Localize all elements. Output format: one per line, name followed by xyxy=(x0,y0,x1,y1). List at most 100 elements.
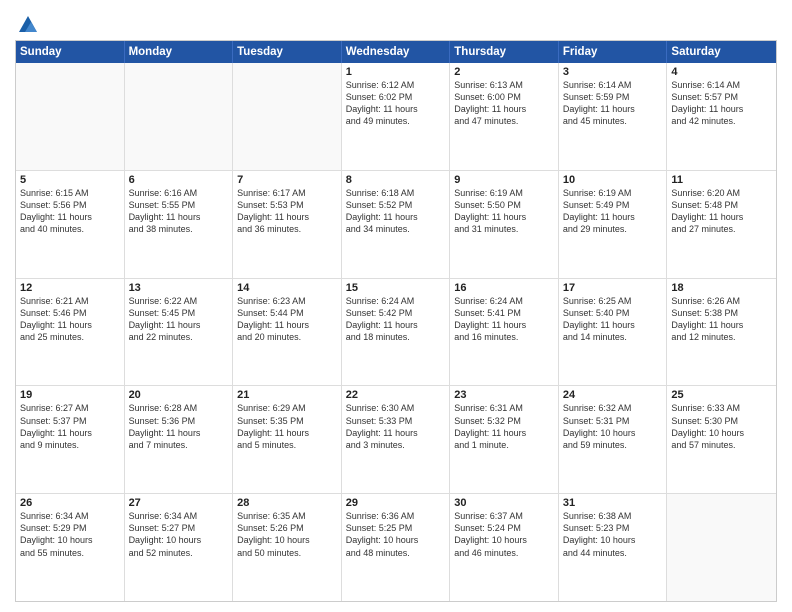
day-number: 3 xyxy=(563,66,663,78)
cell-line: Daylight: 11 hours xyxy=(454,103,554,115)
day-number: 29 xyxy=(346,497,446,509)
cell-line: Sunset: 5:49 PM xyxy=(563,199,663,211)
cell-line: Sunset: 5:57 PM xyxy=(671,91,772,103)
day-number: 27 xyxy=(129,497,229,509)
day-number: 20 xyxy=(129,389,229,401)
cell-line: Sunrise: 6:24 AM xyxy=(346,295,446,307)
cell-line: and 20 minutes. xyxy=(237,331,337,343)
day-cell-5: 5Sunrise: 6:15 AMSunset: 5:56 PMDaylight… xyxy=(16,171,125,278)
cell-line: Sunrise: 6:33 AM xyxy=(671,402,772,414)
cell-line: Sunset: 5:56 PM xyxy=(20,199,120,211)
cell-line: Sunrise: 6:23 AM xyxy=(237,295,337,307)
cell-line: Sunset: 5:38 PM xyxy=(671,307,772,319)
cell-line: Sunrise: 6:14 AM xyxy=(671,79,772,91)
day-cell-19: 19Sunrise: 6:27 AMSunset: 5:37 PMDayligh… xyxy=(16,386,125,493)
cell-line: Sunrise: 6:25 AM xyxy=(563,295,663,307)
cell-line: Daylight: 11 hours xyxy=(20,427,120,439)
day-number: 12 xyxy=(20,282,120,294)
cell-line: Daylight: 11 hours xyxy=(563,319,663,331)
cell-line: Sunrise: 6:34 AM xyxy=(20,510,120,522)
day-number: 9 xyxy=(454,174,554,186)
day-number: 21 xyxy=(237,389,337,401)
cell-line: and 52 minutes. xyxy=(129,547,229,559)
empty-cell xyxy=(667,494,776,601)
cell-line: and 22 minutes. xyxy=(129,331,229,343)
day-number: 13 xyxy=(129,282,229,294)
cell-line: and 48 minutes. xyxy=(346,547,446,559)
cell-line: Sunset: 5:33 PM xyxy=(346,415,446,427)
day-number: 31 xyxy=(563,497,663,509)
day-number: 25 xyxy=(671,389,772,401)
header-day-thursday: Thursday xyxy=(450,41,559,63)
cell-line: and 31 minutes. xyxy=(454,223,554,235)
cell-line: and 57 minutes. xyxy=(671,439,772,451)
cell-line: and 46 minutes. xyxy=(454,547,554,559)
cell-line: Daylight: 10 hours xyxy=(237,534,337,546)
day-cell-18: 18Sunrise: 6:26 AMSunset: 5:38 PMDayligh… xyxy=(667,279,776,386)
week-row-3: 12Sunrise: 6:21 AMSunset: 5:46 PMDayligh… xyxy=(16,279,776,387)
header-day-tuesday: Tuesday xyxy=(233,41,342,63)
cell-line: Daylight: 11 hours xyxy=(563,211,663,223)
week-row-2: 5Sunrise: 6:15 AMSunset: 5:56 PMDaylight… xyxy=(16,171,776,279)
cell-line: Sunrise: 6:19 AM xyxy=(563,187,663,199)
cell-line: and 3 minutes. xyxy=(346,439,446,451)
cell-line: Sunset: 5:30 PM xyxy=(671,415,772,427)
day-cell-29: 29Sunrise: 6:36 AMSunset: 5:25 PMDayligh… xyxy=(342,494,451,601)
cell-line: Daylight: 10 hours xyxy=(129,534,229,546)
day-number: 18 xyxy=(671,282,772,294)
cell-line: Sunset: 5:53 PM xyxy=(237,199,337,211)
cell-line: Sunrise: 6:32 AM xyxy=(563,402,663,414)
cell-line: Sunset: 5:59 PM xyxy=(563,91,663,103)
cell-line: Daylight: 11 hours xyxy=(346,103,446,115)
day-number: 24 xyxy=(563,389,663,401)
day-cell-22: 22Sunrise: 6:30 AMSunset: 5:33 PMDayligh… xyxy=(342,386,451,493)
day-number: 16 xyxy=(454,282,554,294)
day-cell-17: 17Sunrise: 6:25 AMSunset: 5:40 PMDayligh… xyxy=(559,279,668,386)
calendar-body: 1Sunrise: 6:12 AMSunset: 6:02 PMDaylight… xyxy=(16,63,776,601)
day-number: 30 xyxy=(454,497,554,509)
cell-line: Sunrise: 6:29 AM xyxy=(237,402,337,414)
cell-line: Sunrise: 6:18 AM xyxy=(346,187,446,199)
cell-line: Sunset: 5:29 PM xyxy=(20,522,120,534)
day-cell-24: 24Sunrise: 6:32 AMSunset: 5:31 PMDayligh… xyxy=(559,386,668,493)
cell-line: Daylight: 11 hours xyxy=(346,319,446,331)
day-number: 15 xyxy=(346,282,446,294)
week-row-1: 1Sunrise: 6:12 AMSunset: 6:02 PMDaylight… xyxy=(16,63,776,171)
empty-cell xyxy=(125,63,234,170)
cell-line: and 27 minutes. xyxy=(671,223,772,235)
cell-line: Sunrise: 6:30 AM xyxy=(346,402,446,414)
cell-line: Sunset: 5:37 PM xyxy=(20,415,120,427)
cell-line: Sunset: 5:45 PM xyxy=(129,307,229,319)
page: SundayMondayTuesdayWednesdayThursdayFrid… xyxy=(0,0,792,612)
cell-line: Sunset: 5:31 PM xyxy=(563,415,663,427)
cell-line: Daylight: 11 hours xyxy=(129,427,229,439)
day-number: 1 xyxy=(346,66,446,78)
day-cell-14: 14Sunrise: 6:23 AMSunset: 5:44 PMDayligh… xyxy=(233,279,342,386)
cell-line: and 50 minutes. xyxy=(237,547,337,559)
cell-line: Sunset: 5:48 PM xyxy=(671,199,772,211)
logo-icon xyxy=(17,14,39,36)
cell-line: Sunrise: 6:24 AM xyxy=(454,295,554,307)
cell-line: and 25 minutes. xyxy=(20,331,120,343)
cell-line: and 55 minutes. xyxy=(20,547,120,559)
day-cell-20: 20Sunrise: 6:28 AMSunset: 5:36 PMDayligh… xyxy=(125,386,234,493)
day-cell-7: 7Sunrise: 6:17 AMSunset: 5:53 PMDaylight… xyxy=(233,171,342,278)
day-cell-11: 11Sunrise: 6:20 AMSunset: 5:48 PMDayligh… xyxy=(667,171,776,278)
day-cell-30: 30Sunrise: 6:37 AMSunset: 5:24 PMDayligh… xyxy=(450,494,559,601)
cell-line: Sunset: 5:23 PM xyxy=(563,522,663,534)
cell-line: Daylight: 11 hours xyxy=(129,211,229,223)
cell-line: Sunrise: 6:22 AM xyxy=(129,295,229,307)
cell-line: and 5 minutes. xyxy=(237,439,337,451)
cell-line: and 45 minutes. xyxy=(563,115,663,127)
day-number: 6 xyxy=(129,174,229,186)
cell-line: and 49 minutes. xyxy=(346,115,446,127)
cell-line: and 40 minutes. xyxy=(20,223,120,235)
day-number: 2 xyxy=(454,66,554,78)
day-cell-26: 26Sunrise: 6:34 AMSunset: 5:29 PMDayligh… xyxy=(16,494,125,601)
cell-line: Sunrise: 6:36 AM xyxy=(346,510,446,522)
cell-line: Sunrise: 6:13 AM xyxy=(454,79,554,91)
cell-line: and 18 minutes. xyxy=(346,331,446,343)
day-number: 5 xyxy=(20,174,120,186)
cell-line: Daylight: 11 hours xyxy=(454,211,554,223)
cell-line: Sunrise: 6:31 AM xyxy=(454,402,554,414)
